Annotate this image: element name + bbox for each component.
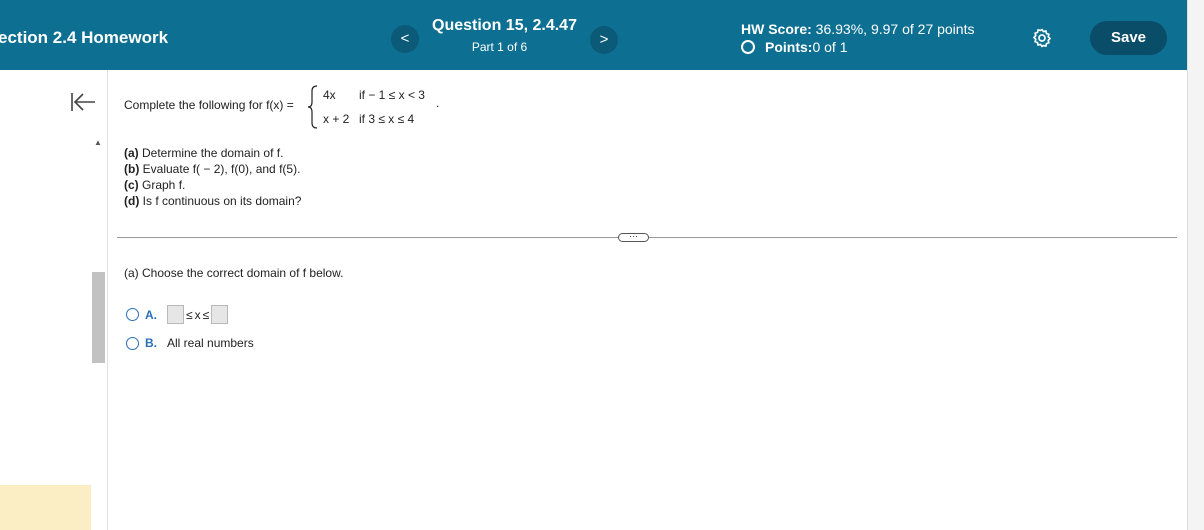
piecewise-function: 4x if − 1 ≤ x < 3 x + 2 if 3 ≤ x ≤ 4 .	[305, 84, 440, 130]
option-b-radio[interactable]	[126, 336, 139, 350]
part-a-prompt: (a) Choose the correct domain of f below…	[124, 266, 344, 280]
option-b-letter: B.	[145, 336, 157, 350]
piece-2-expression: x + 2	[323, 112, 350, 126]
option-a-radio[interactable]	[126, 308, 139, 321]
points-label: Points:	[765, 39, 813, 55]
piece-2-condition: if 3 ≤ x ≤ 4	[359, 112, 415, 126]
part-item: (b) Evaluate f( − 2), f(0), and f(5).	[124, 161, 301, 177]
window-right-edge	[1187, 0, 1204, 530]
question-part: Part 1 of 6	[471, 40, 528, 54]
part-item: (d) Is f continuous on its domain?	[124, 193, 301, 209]
collapse-panel-icon[interactable]	[70, 91, 96, 113]
option-a-letter: A.	[145, 307, 157, 322]
question-title: Question 15, 2.4.47	[432, 17, 577, 34]
top-header: ection 2.4 Homework < Question 15, 2.4.4…	[0, 0, 1187, 70]
hw-score-value: 36.93%, 9.97 of 27 points	[811, 21, 975, 37]
question-prompt: Complete the following for f(x) =	[124, 98, 294, 112]
option-a[interactable]: A. ≤ x ≤	[126, 305, 229, 324]
hw-score-label: HW Score:	[741, 21, 812, 37]
question-parts-list: (a) Determine the domain of f. (b) Evalu…	[124, 145, 301, 209]
points-value: 0 of 1	[812, 39, 848, 55]
hw-score: HW Score: 36.93%, 9.97 of 27 points	[741, 21, 974, 37]
part-text: Graph f.	[138, 178, 186, 192]
expand-more-button[interactable]: ···	[618, 232, 649, 242]
part-text: Evaluate f( − 2), f(0), and f(5).	[139, 162, 301, 176]
option-b-text: All real numbers	[167, 336, 254, 350]
piece-1-condition: if − 1 ≤ x < 3	[359, 88, 425, 102]
piecewise-period: .	[436, 96, 440, 110]
scroll-up-arrow-icon[interactable]: ▲	[94, 138, 102, 147]
piece-1-expression: 4x	[323, 88, 336, 102]
part-text: Determine the domain of f.	[138, 146, 284, 160]
save-button[interactable]: Save	[1090, 21, 1167, 55]
points-status: Points: 0 of 1	[741, 39, 847, 55]
part-item: (a) Determine the domain of f.	[124, 145, 301, 161]
domain-lower-bound-input[interactable]	[167, 305, 184, 324]
left-brace-icon	[307, 85, 318, 129]
next-question-button[interactable]: >	[590, 26, 618, 54]
inequality-sign: ≤	[186, 307, 193, 322]
part-text: Is f continuous on its domain?	[139, 194, 302, 208]
part-label: (d)	[124, 194, 140, 208]
domain-upper-bound-input[interactable]	[211, 305, 229, 324]
option-b[interactable]: B. All real numbers	[126, 336, 254, 350]
part-label: (a)	[124, 146, 139, 160]
variable-x: x	[194, 307, 201, 322]
gear-icon[interactable]	[1031, 27, 1053, 49]
part-label: (b)	[124, 162, 140, 176]
assignment-title: ection 2.4 Homework	[0, 28, 169, 47]
scrollbar-thumb[interactable]	[92, 272, 105, 363]
part-label: (c)	[124, 178, 139, 192]
circle-icon	[741, 40, 755, 54]
inequality-sign: ≤	[202, 307, 210, 322]
part-item: (c) Graph f.	[124, 177, 301, 193]
side-highlight-block	[0, 485, 91, 530]
